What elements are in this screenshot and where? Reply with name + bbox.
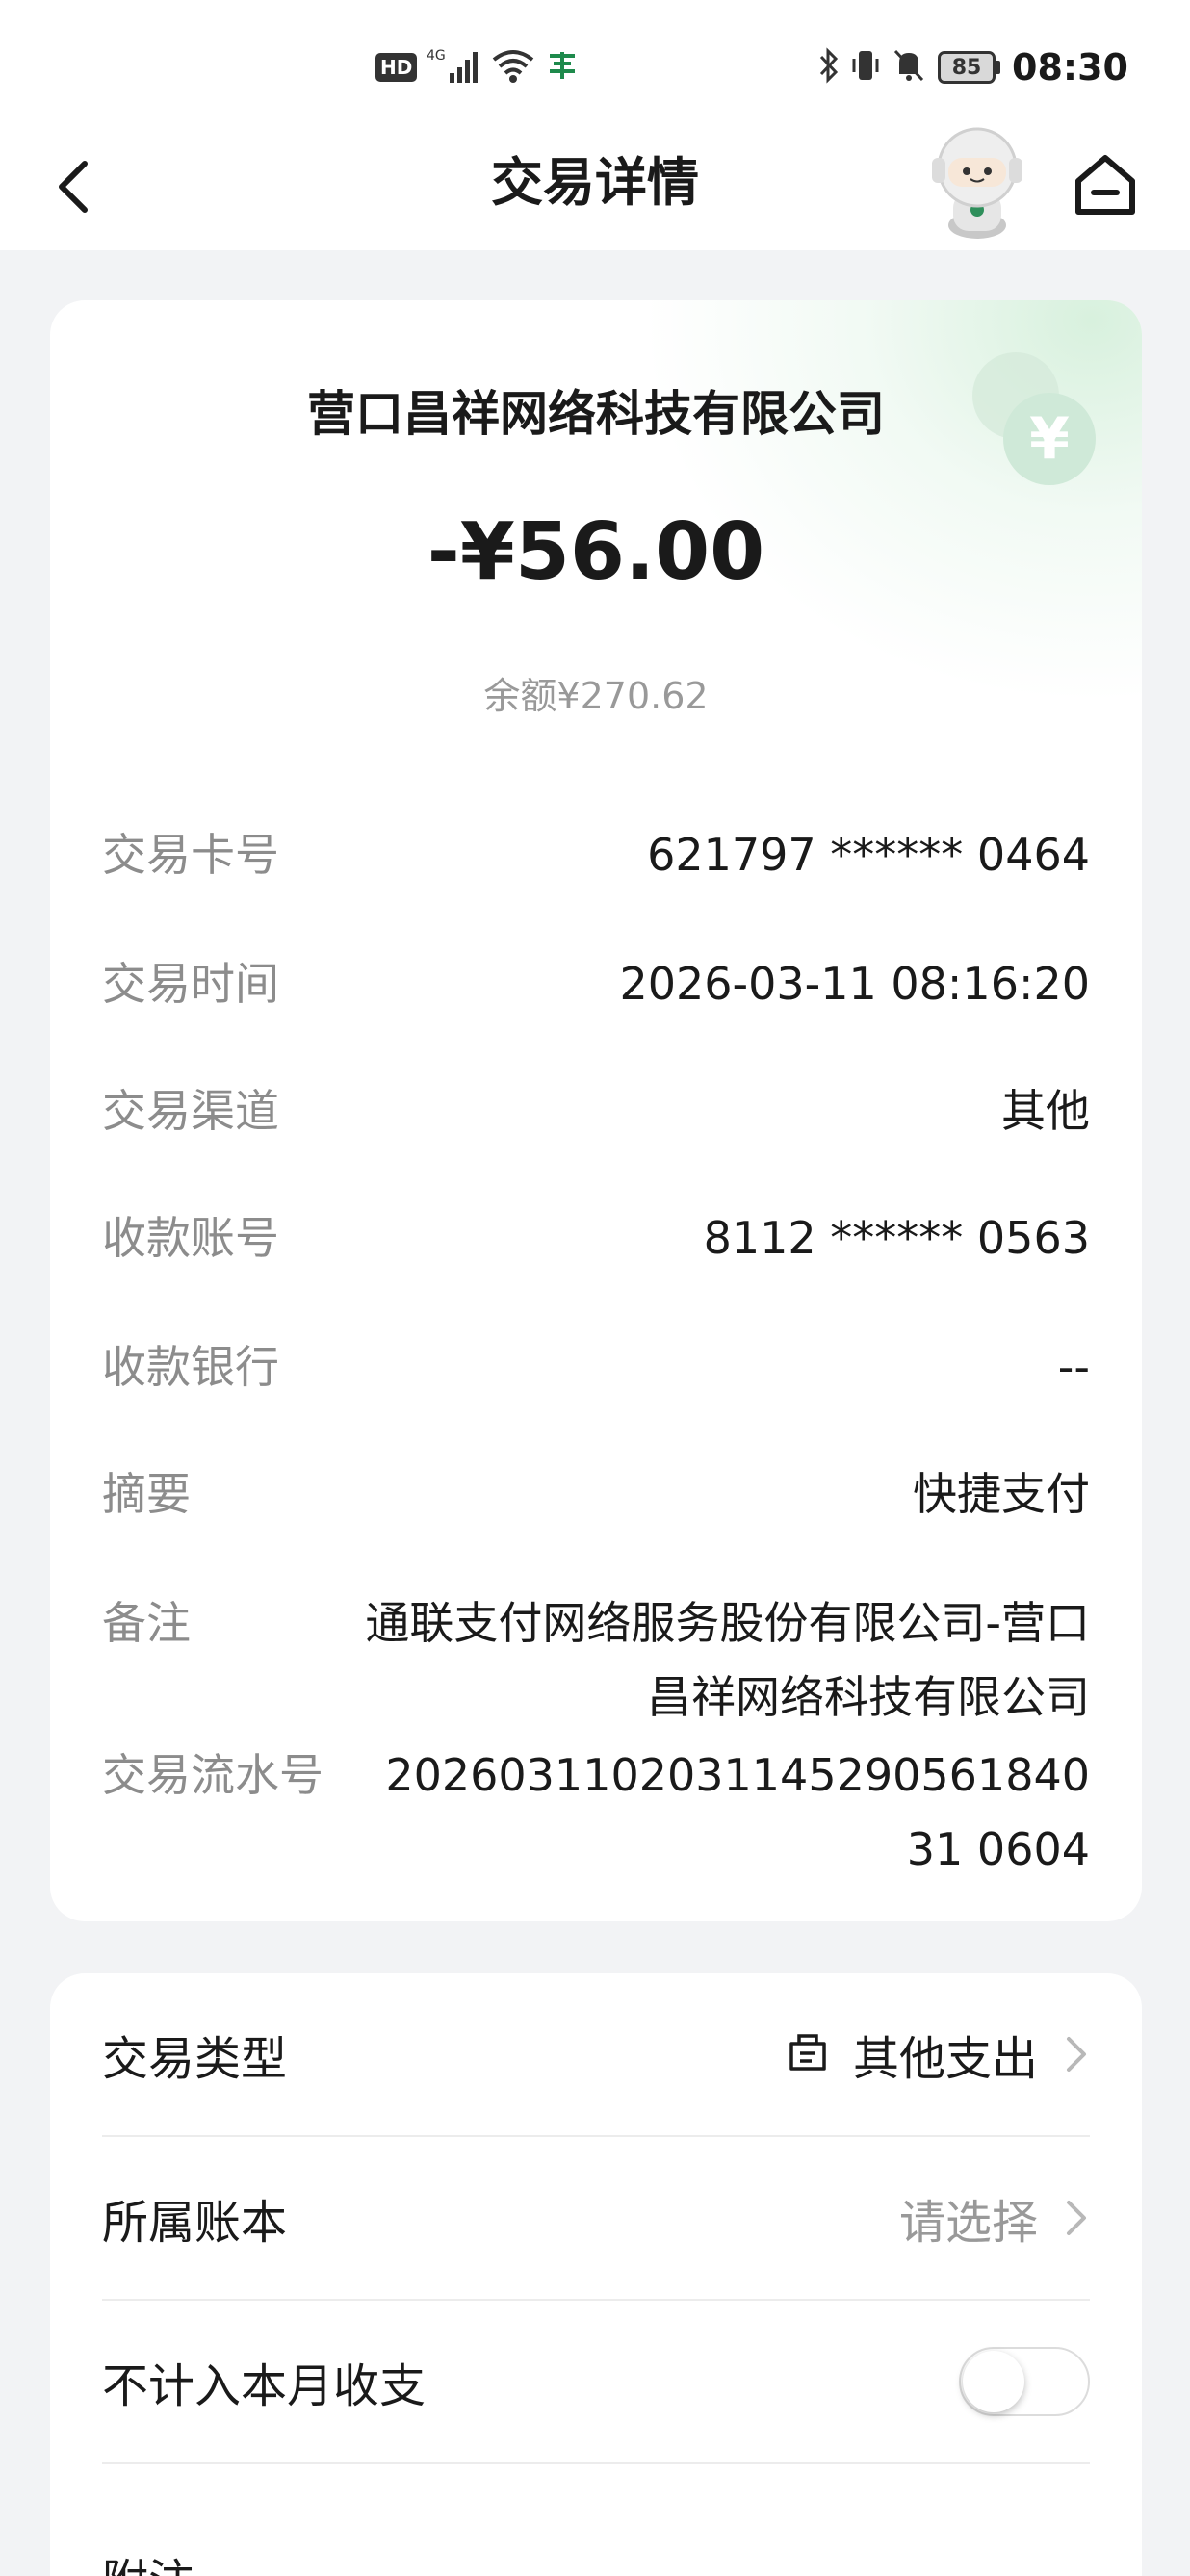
- svg-text:4G: 4G: [427, 48, 446, 64]
- detail-value: 2026-03-11 08:16:20: [619, 958, 1090, 1010]
- toggle-knob: [963, 2351, 1024, 2412]
- wifi-icon: [490, 46, 536, 89]
- vibrate-icon: [851, 47, 880, 88]
- detail-label: 收款银行: [102, 1341, 279, 1393]
- transaction-amount: -¥56.00: [427, 506, 765, 598]
- mute-icon: [892, 47, 926, 88]
- postal-app-icon: [546, 48, 579, 87]
- status-bar: HD 4G 85 08:30: [0, 0, 1190, 135]
- detail-value: 通联支付网络服务股份有限公司-营口昌祥网络科技有限公司: [365, 1597, 1090, 1723]
- detail-value: 621797 ****** 0464: [647, 829, 1090, 881]
- bluetooth-icon: [818, 47, 840, 88]
- home-icon[interactable]: [1067, 146, 1144, 223]
- battery-level: 85: [938, 51, 996, 84]
- ledger-label: 所属账本: [102, 2196, 288, 2250]
- detail-row-payee-bank: 收款银行 --: [102, 1338, 1090, 1396]
- ledger-value-group: 请选择: [899, 2184, 1090, 2252]
- transaction-type-value: 其他支出: [852, 2032, 1038, 2086]
- status-left: HD 4G: [375, 44, 579, 90]
- chevron-right-icon: [1061, 2031, 1090, 2077]
- detail-row-payee-account: 收款账号 8112 ****** 0563: [102, 1209, 1090, 1267]
- transaction-type-row[interactable]: 交易类型 其他支出: [102, 1973, 1090, 2137]
- ledger-placeholder: 请选择: [898, 2196, 1038, 2250]
- detail-label: 收款账号: [102, 1212, 279, 1264]
- chevron-right-icon: [1061, 2195, 1090, 2241]
- detail-value: --: [1057, 1341, 1090, 1393]
- transaction-detail-page: HD 4G 85 08:30 交易详情 ¥ 营口昌祥网络科技有限公司 -¥56.…: [0, 0, 1190, 2576]
- detail-value: 快捷支付: [913, 1468, 1090, 1520]
- robot-assistant-icon[interactable]: [922, 125, 1032, 241]
- merchant-name: 营口昌祥网络科技有限公司: [307, 386, 885, 442]
- detail-label: 交易卡号: [102, 829, 279, 881]
- detail-row-channel: 交易渠道 其他: [102, 1082, 1090, 1140]
- status-right: 85 08:30: [818, 39, 1128, 96]
- transaction-type-label: 交易类型: [102, 2032, 288, 2086]
- hd-badge: HD: [375, 53, 418, 82]
- detail-label: 摘要: [102, 1468, 191, 1520]
- detail-row-serial: 交易流水号 202603110203114529056184031 0604: [102, 1739, 1090, 1887]
- detail-row-time: 交易时间 2026-03-11 08:16:20: [102, 955, 1090, 1013]
- transaction-card: ¥ 营口昌祥网络科技有限公司 -¥56.00 余额¥270.62 交易卡号 62…: [50, 300, 1142, 1921]
- detail-row-card-number: 交易卡号 621797 ****** 0464: [102, 826, 1090, 884]
- detail-label: 交易渠道: [102, 1085, 279, 1137]
- detail-value: 8112 ****** 0563: [703, 1212, 1090, 1264]
- detail-row-remark: 备注 通联支付网络服务股份有限公司-营口昌祥网络科技有限公司: [102, 1586, 1090, 1735]
- nav-bar: 交易详情: [0, 125, 1190, 250]
- detail-value: 202603110203114529056184031 0604: [385, 1749, 1090, 1875]
- exclude-month-row: 不计入本月收支: [102, 2301, 1090, 2464]
- detail-label: 交易时间: [102, 958, 279, 1010]
- attachment-label: 附注: [102, 2543, 194, 2576]
- status-time: 08:30: [1012, 46, 1128, 89]
- exclude-month-toggle[interactable]: [959, 2347, 1090, 2416]
- category-icon: [786, 2030, 830, 2078]
- exclude-month-label: 不计入本月收支: [102, 2359, 427, 2413]
- detail-label: 备注: [102, 1597, 191, 1649]
- transaction-type-value-group: 其他支出: [786, 2021, 1090, 2088]
- balance-text: 余额¥270.62: [483, 675, 709, 717]
- detail-value: 其他: [1001, 1085, 1090, 1137]
- signal-icon: 4G: [427, 46, 480, 89]
- battery-icon: 85: [938, 51, 1001, 84]
- detail-row-summary: 摘要 快捷支付: [102, 1465, 1090, 1523]
- detail-label: 交易流水号: [102, 1749, 323, 1801]
- options-card: 交易类型 其他支出 所属账本 请选择 不计入本月收支: [50, 1973, 1142, 2576]
- card-header-glow: [641, 300, 1142, 705]
- ledger-row[interactable]: 所属账本 请选择: [102, 2137, 1090, 2301]
